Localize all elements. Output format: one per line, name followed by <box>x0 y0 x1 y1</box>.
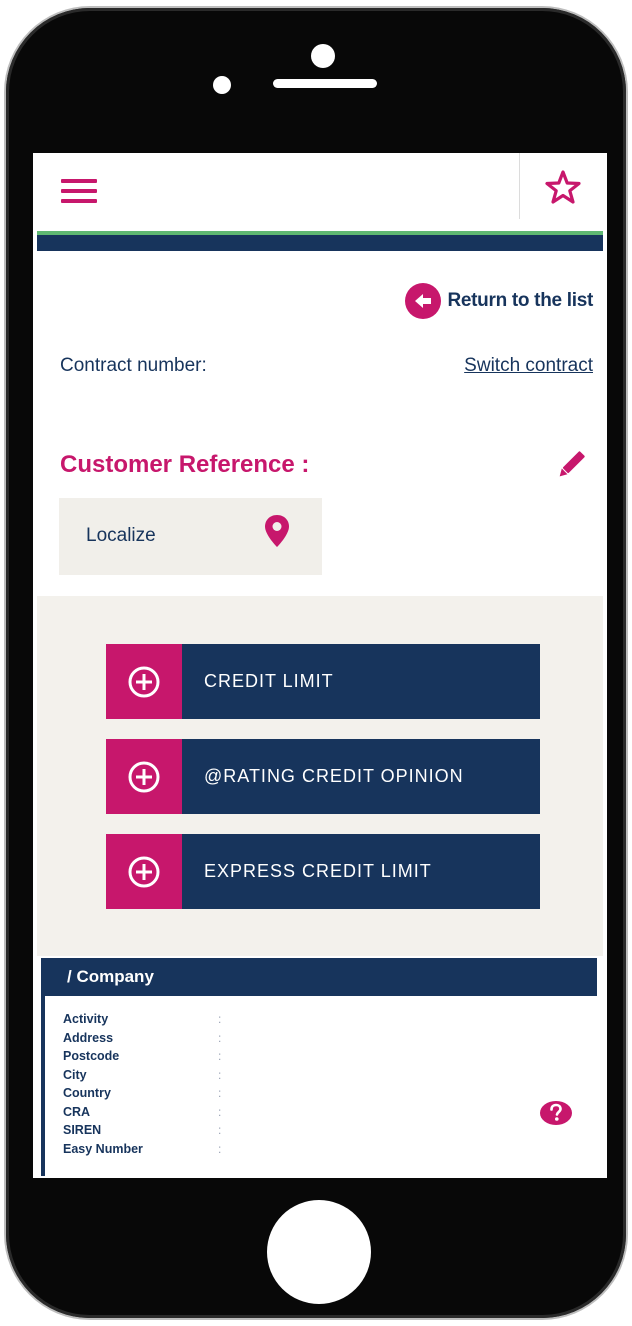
speaker-icon <box>273 79 377 88</box>
company-field-label: Address <box>63 1030 114 1045</box>
credit-limit-label: CREDIT LIMIT <box>182 644 540 719</box>
localize-label: Localize <box>86 525 156 546</box>
accent-bar-navy <box>37 235 603 251</box>
pencil-icon[interactable] <box>553 447 589 483</box>
customer-reference-label: Customer Reference : <box>60 451 310 478</box>
hamburger-menu-icon[interactable] <box>57 167 101 211</box>
express-credit-limit-button[interactable]: EXPRESS CREDIT LIMIT <box>106 834 540 909</box>
company-field-separator: : <box>218 1067 222 1082</box>
company-field-separator: : <box>218 1030 222 1045</box>
credit-limit-button[interactable]: CREDIT LIMIT <box>106 644 540 719</box>
return-to-list-label: Return to the list <box>447 290 593 311</box>
home-button[interactable] <box>267 1200 371 1304</box>
company-field-label: SIREN <box>63 1123 102 1138</box>
company-field-row: Address : <box>63 1029 221 1048</box>
plus-circle-icon <box>106 644 182 719</box>
company-field-separator: : <box>218 1104 222 1119</box>
localize-button[interactable]: Localize <box>59 498 322 575</box>
sensor-icon <box>213 76 231 94</box>
company-field-separator: : <box>218 1141 222 1156</box>
header-divider <box>519 153 520 219</box>
plus-circle-icon <box>106 739 182 814</box>
company-field-separator: : <box>218 1049 222 1064</box>
company-field-row: Country : <box>63 1084 221 1103</box>
company-field-row: SIREN : <box>63 1121 221 1140</box>
return-to-list-link[interactable]: Return to the list <box>405 283 593 319</box>
company-field-separator: : <box>218 1012 222 1027</box>
company-field-row: City : <box>63 1066 221 1085</box>
arrow-left-circle-icon <box>405 283 442 319</box>
company-field-label: Activity <box>63 1012 109 1027</box>
app-screen: Return to the list Contract number: Swit… <box>33 153 607 1178</box>
star-outline-icon[interactable] <box>541 165 585 209</box>
company-field-label: City <box>63 1067 87 1082</box>
question-icon[interactable] <box>539 1098 573 1128</box>
company-field-label: CRA <box>63 1104 91 1119</box>
company-field-label: Easy Number <box>63 1141 143 1156</box>
map-pin-icon <box>262 513 292 549</box>
top-bar <box>33 153 607 231</box>
plus-circle-icon <box>106 834 182 909</box>
camera-icon <box>311 44 335 68</box>
rating-credit-opinion-button[interactable]: @RATING CREDIT OPINION <box>106 739 540 814</box>
contract-number-label: Contract number: <box>60 355 207 376</box>
rating-credit-opinion-label: @RATING CREDIT OPINION <box>182 739 540 814</box>
express-credit-limit-label: EXPRESS CREDIT LIMIT <box>182 834 540 909</box>
company-field-row: Postcode : <box>63 1047 221 1066</box>
company-field-row: CRA : <box>63 1103 221 1122</box>
company-details: Activity : Address : Postcode : City : C… <box>41 996 597 1176</box>
company-field-label: Postcode <box>63 1049 120 1064</box>
company-field-separator: : <box>218 1086 222 1101</box>
switch-contract-link[interactable]: Switch contract <box>464 355 593 377</box>
company-field-row: Activity : <box>63 1010 221 1029</box>
company-field-list: Activity : Address : Postcode : City : C… <box>63 1010 221 1158</box>
company-field-separator: : <box>218 1123 222 1138</box>
company-field-label: Country <box>63 1086 111 1101</box>
company-section-header: / Company <box>41 958 597 996</box>
company-field-row: Easy Number : <box>63 1140 221 1159</box>
